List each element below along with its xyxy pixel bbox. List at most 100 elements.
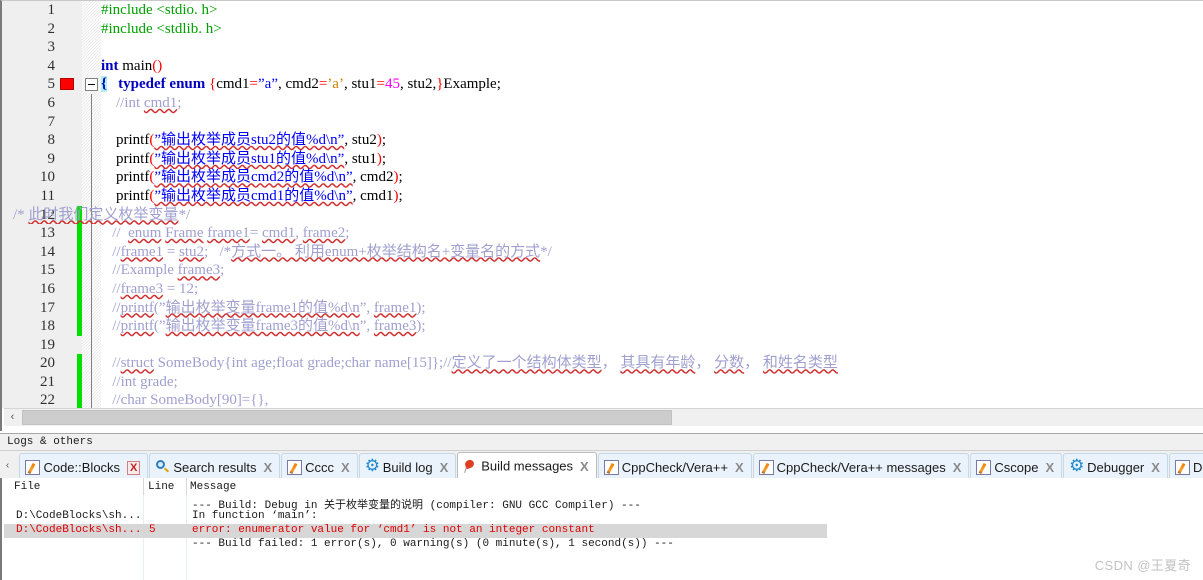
message-row[interactable]: --- Build: Debug in 关于枚举变量的说明 (compiler:… — [4, 496, 1203, 512]
tab-cppcheck-vera-messages[interactable]: CppCheck/Vera++ messages X — [752, 453, 970, 478]
code-line-text: //int grade; — [112, 373, 178, 390]
line-number: 2 — [2, 19, 59, 39]
breakpoint-margin[interactable] — [59, 38, 77, 57]
breakpoint-margin[interactable] — [59, 19, 77, 39]
code-line[interactable]: 21 //int grade; — [2, 372, 1203, 392]
pencil-icon — [287, 460, 303, 476]
code-line[interactable]: 11 printf(”输出枚举成员cmd1的值%d\n”, cmd1); — [2, 186, 1203, 206]
code-editor-area[interactable]: 1 #include <stdio. h> 2 #include <stdlib. h… — [2, 1, 1203, 408]
fold-margin[interactable] — [82, 75, 101, 94]
line-number: 10 — [2, 168, 59, 187]
breakpoint-margin[interactable] — [59, 186, 77, 206]
tab-search-results[interactable]: Search results X — [149, 453, 281, 478]
breakpoint-margin[interactable] — [59, 93, 77, 113]
line-number: 22 — [2, 391, 59, 408]
breakpoint-margin[interactable] — [59, 391, 77, 408]
message-row[interactable]: --- Build failed: 1 error(s), 0 warning(… — [4, 538, 1203, 552]
code-line[interactable]: 19 — [2, 335, 1203, 355]
tab-debugger[interactable]: Debugger X — [1063, 453, 1168, 478]
breakpoint-margin[interactable] — [59, 149, 77, 169]
scroll-left-arrow-icon[interactable]: ‹ — [4, 409, 21, 426]
code-line[interactable]: 8 printf(”输出枚举成员stu2的值%d\n”, stu2); — [2, 131, 1203, 150]
close-icon[interactable]: X — [440, 455, 449, 478]
code-line[interactable]: 2 #include <stdlib. h> — [2, 19, 1203, 39]
code-line[interactable]: 17 //printf(”输出枚举变量frame1的值%d\n”, frame1… — [2, 298, 1203, 318]
breakpoint-margin[interactable] — [59, 354, 77, 373]
breakpoint-margin[interactable] — [59, 279, 77, 299]
fold-margin[interactable] — [82, 38, 101, 57]
close-icon[interactable]: X — [735, 455, 744, 478]
breakpoint-margin[interactable] — [59, 372, 77, 392]
close-icon[interactable]: X — [580, 454, 589, 478]
line-number: 3 — [2, 38, 59, 57]
tab-build-messages[interactable]: Build messages X — [457, 452, 597, 478]
breakpoint-margin[interactable] — [59, 335, 77, 355]
code-line[interactable]: 7 — [2, 112, 1203, 132]
code-line[interactable]: 15 //Example frame3; — [2, 261, 1203, 280]
editor-horizontal-scrollbar[interactable]: ‹ — [4, 408, 1203, 426]
breakpoint-margin[interactable] — [59, 112, 77, 132]
line-number: 19 — [2, 335, 59, 355]
code-line[interactable]: 6 //int cmd1; — [2, 93, 1203, 113]
close-icon[interactable]: X — [953, 455, 962, 478]
fold-guide-line — [91, 131, 92, 150]
code-line[interactable]: 3 — [2, 38, 1203, 57]
breakpoint-margin[interactable] — [59, 261, 77, 280]
code-line-text: // enum Frame frame1= cmd1, frame2; — [112, 225, 350, 242]
tab-label: Build messages — [481, 458, 574, 474]
code-line[interactable]: 4 int main() — [2, 56, 1203, 76]
fold-guide-line — [91, 93, 92, 113]
code-line[interactable]: 14 //frame1 = stu2; /*方式一。 利用enum+枚举结构名+… — [2, 242, 1203, 262]
fold-margin[interactable] — [82, 1, 101, 20]
tab-cscope[interactable]: Cscope X — [970, 453, 1063, 478]
fold-guide-line — [91, 298, 92, 318]
code-line[interactable]: 16 //frame3 = 12; — [2, 279, 1203, 299]
code-line[interactable]: 22 //char SomeBody[90]={}, — [2, 391, 1203, 408]
fold-margin[interactable] — [82, 19, 101, 39]
tab-code-blocks[interactable]: Code::Blocks X — [19, 453, 149, 478]
code-line[interactable]: 9 printf(”输出枚举成员stu1的值%d\n”, stu1); — [2, 149, 1203, 169]
tab-label: Code::Blocks — [43, 460, 121, 476]
magnifier-icon — [155, 460, 170, 475]
breakpoint-margin[interactable] — [59, 168, 77, 187]
breakpoint-margin[interactable] — [59, 298, 77, 318]
tab-build-log[interactable]: Build log X — [358, 453, 457, 478]
code-line[interactable]: 13 // enum Frame frame1= cmd1, frame2; — [2, 224, 1203, 243]
column-header-line[interactable]: Line — [148, 481, 174, 493]
close-icon[interactable]: X — [1151, 455, 1160, 478]
code-line[interactable]: 10 printf(”输出枚举成员cmd2的值%d\n”, cmd2); — [2, 168, 1203, 187]
column-header-message[interactable]: Message — [190, 481, 236, 493]
close-icon[interactable]: X — [341, 455, 350, 478]
tab-dox[interactable]: Dox — [1168, 453, 1203, 478]
horizontal-scroll-thumb[interactable] — [22, 410, 672, 425]
code-line[interactable]: 1 #include <stdio. h> — [2, 1, 1203, 20]
close-icon[interactable]: X — [263, 455, 272, 478]
breakpoint-margin[interactable] — [59, 75, 77, 94]
code-line[interactable]: 18 //printf(”输出枚举变量frame3的值%d\n”, frame3… — [2, 317, 1203, 336]
close-icon[interactable]: X — [1045, 455, 1054, 478]
breakpoint-margin[interactable] — [59, 242, 77, 262]
fold-collapse-icon[interactable] — [85, 78, 98, 92]
breakpoint-margin[interactable] — [59, 1, 77, 20]
fold-guide-line — [91, 242, 92, 262]
code-line-text: //int cmd1; — [116, 94, 182, 111]
tab-cppcheck-vera[interactable]: CppCheck/Vera++ X — [597, 453, 752, 478]
breakpoint-margin[interactable] — [59, 224, 77, 243]
build-messages-grid[interactable]: File Line Message --- Build: Debug in 关于… — [0, 478, 1203, 580]
tab-cccc[interactable]: Cccc X — [281, 453, 358, 478]
message-row[interactable]: D:\CodeBlocks\sh... 5 error: enumerator va… — [4, 524, 827, 538]
tab-scroll-left-button[interactable]: ‹ — [0, 454, 15, 478]
logs-tab-bar[interactable]: ‹ Code::BlocksXSearch resultsXCcccXBuild… — [0, 452, 1203, 478]
breakpoint-margin[interactable] — [59, 317, 77, 336]
message-row[interactable]: D:\CodeBlocks\sh... In function ‘main’: — [4, 510, 1203, 524]
code-line-text: //printf(”输出枚举变量frame1的值%d\n”, frame1); — [112, 299, 426, 316]
close-icon[interactable]: X — [127, 460, 141, 475]
fold-margin[interactable] — [82, 56, 101, 76]
code-line[interactable]: 5 { typedef enum {cmd1=”a”, cmd2=’a’, stu… — [2, 75, 1203, 94]
breakpoint-margin[interactable] — [59, 56, 77, 76]
code-line[interactable]: 12/* 此时我们定义枚举变量*/ — [2, 205, 1203, 225]
column-header-file[interactable]: File — [14, 481, 40, 493]
code-line[interactable]: 20 //struct SomeBody{int age;float grade… — [2, 354, 1203, 373]
line-number: 16 — [2, 279, 59, 299]
breakpoint-margin[interactable] — [59, 131, 77, 150]
